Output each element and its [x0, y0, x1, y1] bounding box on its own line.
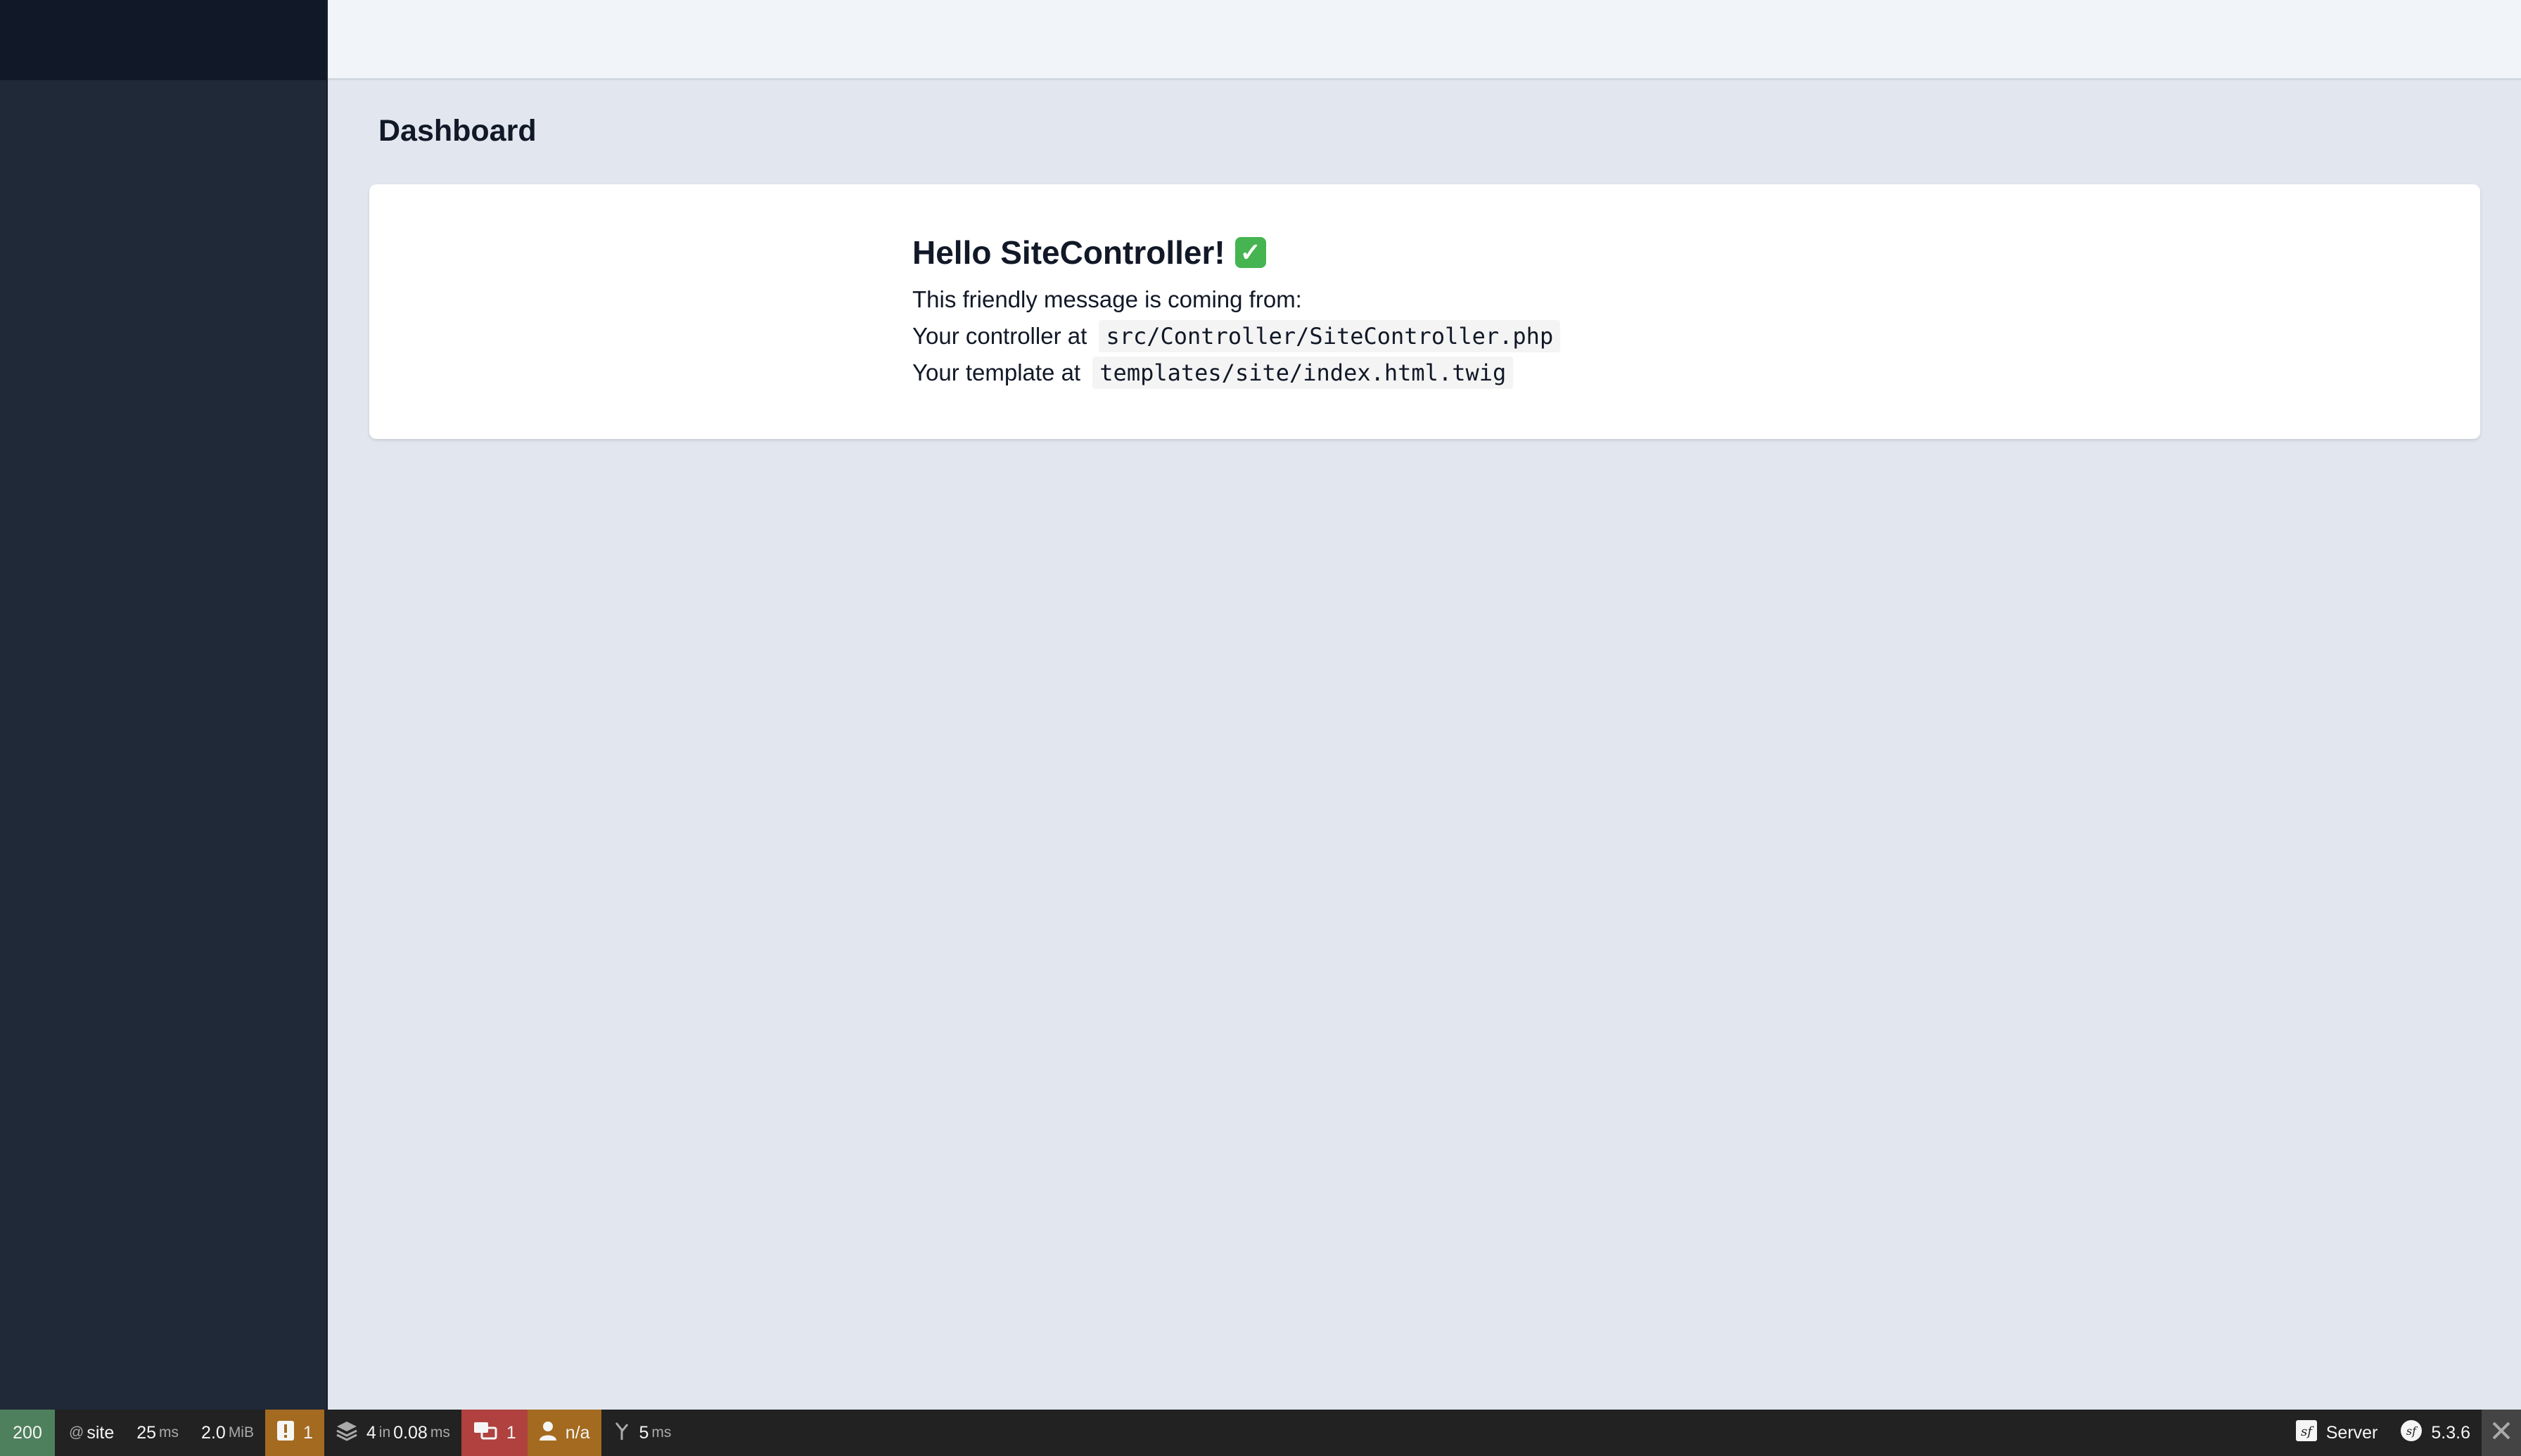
- symfony-logo-icon: sf: [2400, 1419, 2423, 1447]
- performance-icon: [613, 1420, 631, 1446]
- template-label: Your template at: [912, 359, 1081, 385]
- card-body: Hello SiteController! ✓ This friendly me…: [912, 234, 1561, 391]
- toolbar-status-code[interactable]: 200: [0, 1410, 55, 1456]
- translation-count: 1: [506, 1422, 516, 1443]
- toolbar-performance[interactable]: 5 ms: [601, 1410, 683, 1456]
- toolbar-twig[interactable]: 4 in 0.08 ms: [324, 1410, 461, 1456]
- toolbar-version[interactable]: sf 5.3.6: [2389, 1410, 2482, 1456]
- toolbar-memory[interactable]: 2.0 MiB: [190, 1410, 265, 1456]
- user-icon: [539, 1420, 557, 1446]
- page-title: Dashboard: [378, 114, 537, 148]
- translation-icon: [473, 1420, 498, 1446]
- exclamation-icon: [276, 1420, 295, 1446]
- top-header: [328, 0, 2521, 80]
- check-mark-icon: ✓: [1234, 237, 1266, 268]
- server-label: Server: [2325, 1422, 2378, 1443]
- controller-path: src/Controller/SiteController.php: [1099, 320, 1561, 352]
- hello-heading: Hello SiteController! ✓: [912, 234, 1560, 272]
- twig-unit: ms: [430, 1424, 450, 1441]
- toolbar-translation[interactable]: 1: [461, 1410, 528, 1456]
- controller-line: Your controller at src/Controller/SiteCo…: [912, 318, 1561, 355]
- perf-value: 5: [639, 1422, 649, 1443]
- template-path: templates/site/index.html.twig: [1092, 357, 1514, 389]
- twig-in: in: [378, 1424, 391, 1441]
- status-code-value: 200: [13, 1422, 42, 1443]
- twig-time: 0.08: [393, 1422, 428, 1443]
- version-value: 5.3.6: [2431, 1422, 2470, 1443]
- route-name: site: [87, 1422, 115, 1443]
- sidebar: [0, 0, 328, 1410]
- toolbar-route[interactable]: @ site: [55, 1410, 125, 1456]
- toolbar-close-button[interactable]: [2482, 1410, 2521, 1456]
- controller-label: Your controller at: [912, 323, 1087, 349]
- close-icon: [2491, 1420, 2512, 1446]
- toolbar-time[interactable]: 25 ms: [125, 1410, 190, 1456]
- symfony-debug-toolbar: 200 @ site 25 ms 2.0 MiB 1 4 in 0.08 ms …: [0, 1410, 2521, 1456]
- toolbar-server[interactable]: sf Server: [2284, 1410, 2389, 1456]
- sidebar-brand: [0, 0, 326, 80]
- perf-unit: ms: [651, 1424, 672, 1441]
- toolbar-user[interactable]: n/a: [527, 1410, 601, 1456]
- time-unit: ms: [159, 1424, 179, 1441]
- memory-unit: MiB: [228, 1424, 254, 1441]
- content-card: Hello SiteController! ✓ This friendly me…: [369, 184, 2480, 439]
- time-value: 25: [136, 1422, 157, 1443]
- twig-count: 4: [366, 1422, 376, 1443]
- user-value: n/a: [565, 1422, 590, 1443]
- route-prefix: @: [69, 1424, 84, 1441]
- memory-value: 2.0: [201, 1422, 226, 1443]
- logs-count: 1: [302, 1422, 313, 1443]
- hello-heading-text: Hello SiteController!: [912, 234, 1225, 271]
- template-line: Your template at templates/site/index.ht…: [912, 355, 1560, 391]
- layers-icon: [336, 1420, 358, 1446]
- intro-text: This friendly message is coming from:: [912, 286, 1302, 312]
- symfony-server-icon: sf: [2295, 1419, 2318, 1447]
- toolbar-logs[interactable]: 1: [264, 1410, 324, 1456]
